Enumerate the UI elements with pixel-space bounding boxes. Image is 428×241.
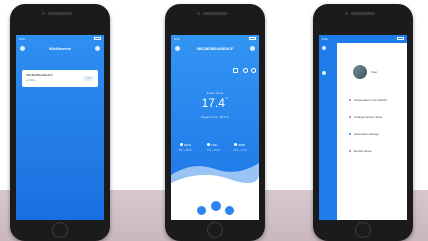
forecast-range: 7°C ~ 15°C (207, 149, 220, 152)
battery-icon (94, 37, 101, 40)
menu-item-parameter-settings[interactable]: parameter settings (354, 132, 379, 136)
weather-icon (180, 143, 183, 146)
phone-thermostat: 9:41 0BC8E3BDAEE4CF Indoor Temp 17.4°C T… (165, 4, 265, 241)
front-camera (197, 12, 200, 15)
battery-icon (397, 37, 404, 40)
gear-icon (349, 133, 351, 135)
forecast-day: TUE (211, 143, 217, 147)
clock-icon[interactable] (243, 68, 248, 73)
gear-icon[interactable] (251, 68, 256, 73)
forecast-range: 9°C ~ 17°C (234, 149, 247, 152)
device-power-button[interactable]: ON (83, 76, 94, 81)
menu-item-device-share[interactable]: Device share (354, 149, 372, 153)
indoor-temp-value: 17.4 (201, 96, 225, 110)
front-camera (42, 12, 45, 15)
home-button[interactable] (355, 222, 371, 238)
power-button[interactable] (210, 200, 222, 212)
phone-device-list: 9:41 WiziSwerve 0BC8E3BDAEE4CF ● Online … (10, 4, 110, 241)
menu-item-temperature-unit[interactable]: Temperature unit switchi... (354, 98, 389, 102)
side-drawer: User Temperature unit switchi... Change … (337, 43, 407, 220)
forecast-range: 8°C ~ 16°C (179, 149, 192, 152)
status-time: 9:41 (322, 37, 328, 41)
user-label: User (371, 70, 378, 74)
earpiece (351, 12, 375, 15)
earpiece (203, 12, 227, 15)
weather-icon (207, 143, 210, 146)
menu-item-change-device-name[interactable]: Change device name (354, 115, 382, 119)
target-temp: Target Temp : 18.0°C (200, 115, 230, 119)
settings-menu-screen: 9:41 User Temperature unit switchi... Ch… (319, 35, 407, 220)
mode-button[interactable] (197, 206, 206, 215)
share-icon (349, 150, 351, 152)
more-icon[interactable] (250, 46, 255, 51)
indoor-temp-readout: 17.4°C (171, 96, 259, 110)
back-icon[interactable] (322, 46, 326, 50)
front-camera (345, 12, 348, 15)
earpiece (48, 12, 72, 15)
clock-icon (322, 71, 326, 75)
avatar[interactable] (353, 65, 367, 79)
thermostat-screen: 9:41 0BC8E3BDAEE4CF Indoor Temp 17.4°C T… (171, 35, 259, 220)
add-device-icon[interactable] (95, 46, 100, 51)
device-status: ● Online (26, 79, 36, 82)
status-time: 9:41 (19, 37, 25, 41)
indoor-temp-label: Indoor Temp (206, 91, 224, 95)
indoor-temp-unit: °C (224, 96, 229, 100)
home-button[interactable] (207, 222, 223, 238)
device-card[interactable]: 0BC8E3BDAEE4CF ● Online ON (22, 70, 98, 87)
home-button[interactable] (52, 222, 68, 238)
device-list-screen: 9:41 WiziSwerve 0BC8E3BDAEE4CF ● Online … (16, 35, 104, 220)
weather-icon (234, 143, 237, 146)
temperature-unit-icon (349, 99, 351, 101)
forecast-day: WED (238, 143, 245, 147)
status-bar: 9:41 (171, 37, 259, 43)
timer-button[interactable] (225, 206, 234, 215)
status-time: 9:41 (174, 37, 180, 41)
schedule-icon[interactable] (233, 68, 238, 73)
forecast-day: MON (184, 143, 191, 147)
status-bar: 9:41 (16, 37, 104, 43)
battery-icon (249, 37, 256, 40)
edit-icon (349, 116, 351, 118)
page-title: WiziSwerve (49, 46, 71, 51)
phone-settings-menu: 9:41 User Temperature unit switchi... Ch… (313, 4, 413, 241)
device-title: 0BC8E3BDAEE4CF (196, 46, 234, 51)
device-id: 0BC8E3BDAEE4CF (26, 73, 54, 77)
